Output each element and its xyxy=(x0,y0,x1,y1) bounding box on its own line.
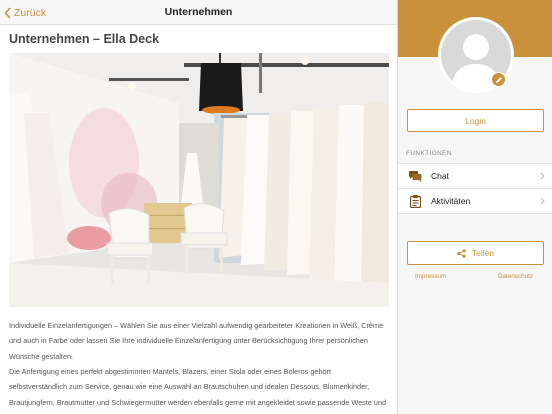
clipboard-icon xyxy=(408,194,422,208)
page-title: Unternehmen xyxy=(164,6,233,18)
functions-section-label: FUNKTIONEN xyxy=(406,150,452,157)
chat-icon xyxy=(408,169,422,183)
description-paragraph: Die Anfertigung eines perfekt abgestimmt… xyxy=(9,367,387,414)
menu-item-label: Chat xyxy=(431,171,449,181)
impressum-link[interactable]: Impressum xyxy=(415,273,446,280)
pencil-icon xyxy=(495,76,502,83)
menu-item-chat[interactable]: Chat xyxy=(398,164,552,189)
chevron-right-icon xyxy=(540,197,545,205)
datenschutz-link[interactable]: Datenschutz xyxy=(498,273,533,280)
share-button[interactable]: Teilen xyxy=(407,241,544,265)
store-photo xyxy=(9,53,389,307)
share-icon xyxy=(457,248,466,258)
main-content: Zurück Unternehmen Unternehmen – Ella De… xyxy=(0,0,397,414)
menu-item-label: Aktivitäten xyxy=(431,196,471,206)
chevron-right-icon xyxy=(540,172,545,180)
navigation-bar: Zurück Unternehmen xyxy=(0,0,397,25)
content-title: Unternehmen – Ella Deck xyxy=(9,32,160,46)
login-button[interactable]: Login xyxy=(407,109,544,132)
edit-avatar-button[interactable] xyxy=(491,72,506,87)
description-paragraph: Individuelle Einzelanfertigungen – Wähle… xyxy=(9,321,384,361)
share-button-label: Teilen xyxy=(471,248,495,258)
sidebar: Login FUNKTIONEN Chat Aktivitäten Teilen… xyxy=(397,0,552,414)
functions-menu: Chat Aktivitäten xyxy=(398,163,552,214)
menu-item-activities[interactable]: Aktivitäten xyxy=(398,189,552,214)
